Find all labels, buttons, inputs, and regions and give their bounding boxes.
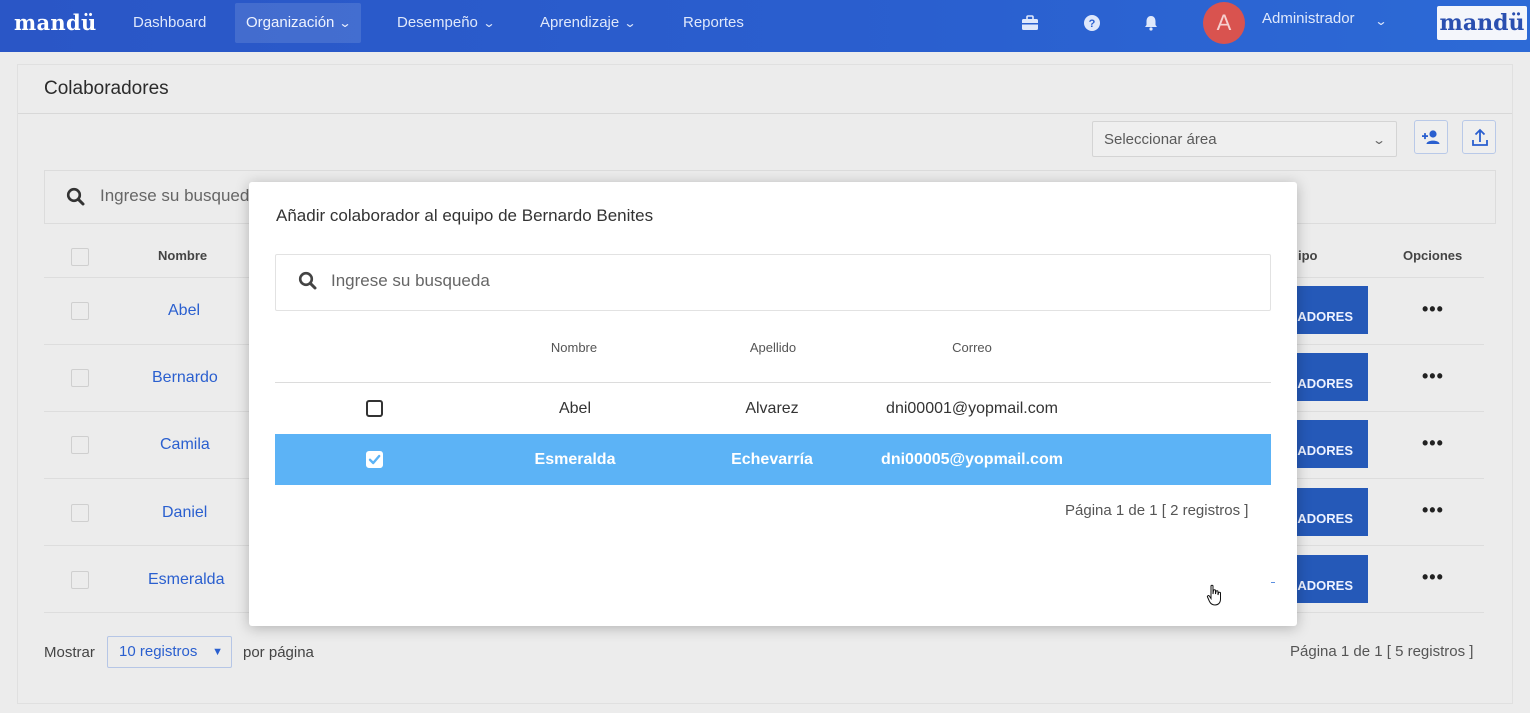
help-icon[interactable]: ? — [1081, 12, 1103, 34]
badge-label: RADORES — [1288, 578, 1354, 593]
modal-cell-last-name: Echevarría — [731, 451, 813, 468]
badge-count: 1 — [1288, 358, 1368, 375]
row-checkbox[interactable] — [71, 504, 89, 522]
row-checkbox[interactable] — [71, 436, 89, 454]
modal-table-row[interactable]: Abel Alvarez dni00001@yopmail.com — [275, 383, 1271, 434]
column-header-options: Opciones — [1403, 248, 1463, 263]
user-name[interactable]: Administrador — [1262, 10, 1355, 27]
modal-cell-email: dni00005@yopmail.com — [881, 451, 1063, 468]
nav-reportes-label: Reportes — [683, 14, 744, 31]
nav-organizacion[interactable]: Organización ⌄ — [235, 3, 362, 43]
row-checkbox[interactable] — [71, 571, 89, 589]
briefcase-icon[interactable] — [1019, 12, 1041, 34]
collaborator-name-link[interactable]: Bernardo — [152, 369, 218, 387]
avatar[interactable]: A — [1203, 2, 1245, 44]
options-menu-button[interactable]: ••• — [1422, 567, 1444, 588]
upload-icon — [1472, 128, 1488, 146]
search-input[interactable]: Ingrese su busqueda — [100, 186, 259, 206]
checkmark-icon — [368, 454, 381, 465]
page-title: Colaboradores — [44, 78, 169, 99]
modal-cell-last-name: Alvarez — [745, 400, 799, 417]
nav-dashboard[interactable]: Dashboard — [122, 3, 217, 43]
add-collaborator-modal: Añadir colaborador al equipo de Bernardo… — [249, 182, 1297, 626]
badge-label: RADORES — [1288, 443, 1354, 458]
badge-count: 0 — [1288, 493, 1368, 510]
collaborator-name-link[interactable]: Camila — [160, 436, 210, 454]
modal-cell-name: Abel — [558, 400, 592, 417]
hand-cursor-icon — [1206, 584, 1221, 606]
top-navbar: mandü Dashboard Organización ⌄ Desempeño ⌄… — [0, 0, 1530, 52]
badge-count: 0 — [1288, 560, 1368, 577]
add-user-button[interactable] — [1414, 120, 1448, 154]
modal-column-header-last-name: Apellido — [749, 340, 797, 355]
area-select[interactable]: Seleccionar área ⌄ — [1092, 121, 1397, 157]
upload-button[interactable] — [1462, 120, 1496, 154]
company-logo: mandü — [1437, 6, 1527, 40]
options-menu-button[interactable]: ••• — [1422, 299, 1444, 320]
options-menu-button[interactable]: ••• — [1422, 433, 1444, 454]
modal-cell-email: dni00001@yopmail.com — [886, 400, 1058, 417]
nav-desempeno[interactable]: Desempeño ⌄ — [386, 3, 505, 43]
badge-label: RADORES — [1288, 376, 1354, 391]
nav-dashboard-label: Dashboard — [133, 14, 207, 31]
modal-search-bar[interactable] — [275, 254, 1271, 311]
row-checkbox[interactable] — [366, 400, 383, 417]
add-user-icon — [1422, 130, 1440, 144]
row-checkbox[interactable] — [71, 302, 89, 320]
row-checkbox-checked[interactable] — [366, 451, 383, 468]
nav-organizacion-label: Organización — [246, 14, 335, 31]
nav-desempeno-label: Desempeño — [397, 14, 478, 31]
modal-column-header-name: Nombre — [550, 340, 598, 355]
per-page-label: por página — [243, 644, 314, 661]
nav-reportes[interactable]: Reportes — [672, 3, 755, 43]
chevron-down-icon[interactable]: ⌄ — [1374, 14, 1387, 28]
modal-search-input[interactable] — [331, 271, 931, 291]
collaborator-name-link[interactable]: Esmeralda — [148, 571, 224, 589]
column-header-name: Nombre — [158, 248, 208, 263]
area-select-value: Seleccionar área — [1104, 131, 1217, 148]
modal-pagination-info: Página 1 de 1 [ 2 registros ] — [1065, 502, 1249, 519]
select-all-checkbox[interactable] — [71, 248, 89, 266]
nav-aprendizaje-label: Aprendizaje — [540, 14, 620, 31]
chevron-down-icon: ⌄ — [1371, 133, 1387, 147]
chevron-down-icon: ▼ — [212, 646, 223, 658]
loading-indicator — [1271, 582, 1275, 583]
badge-label: RADORES — [1288, 511, 1354, 526]
modal-cell-name: Esmeralda — [534, 451, 616, 468]
options-menu-button[interactable]: ••• — [1422, 500, 1444, 521]
badge-label: RADORES — [1288, 309, 1354, 324]
collaborator-name-link[interactable]: Daniel — [162, 504, 207, 522]
search-icon — [66, 187, 85, 206]
modal-column-header-email: Correo — [952, 340, 992, 355]
brand-logo[interactable]: mandü — [14, 10, 97, 35]
chevron-down-icon: ⌄ — [623, 16, 637, 30]
chevron-down-icon: ⌄ — [482, 16, 496, 30]
pagination-info: Página 1 de 1 [ 5 registros ] — [1290, 643, 1474, 660]
show-label: Mostrar — [44, 644, 95, 661]
collaborator-name-link[interactable]: Abel — [168, 302, 200, 320]
nav-aprendizaje[interactable]: Aprendizaje ⌄ — [529, 3, 646, 43]
records-per-page-select[interactable]: 10 registros ▼ — [107, 636, 232, 668]
records-per-page-value: 10 registros — [119, 643, 198, 660]
divider — [18, 113, 1512, 114]
bell-icon[interactable] — [1140, 12, 1162, 34]
badge-count: 0 — [1288, 425, 1368, 442]
chevron-down-icon: ⌄ — [338, 16, 352, 30]
row-checkbox[interactable] — [71, 369, 89, 387]
svg-text:?: ? — [1089, 18, 1096, 30]
modal-title: Añadir colaborador al equipo de Bernardo… — [276, 206, 654, 225]
modal-table-row-selected[interactable]: Esmeralda Echevarría dni00005@yopmail.co… — [275, 434, 1271, 485]
badge-count: 1 — [1288, 291, 1368, 308]
search-icon — [298, 271, 317, 290]
options-menu-button[interactable]: ••• — [1422, 366, 1444, 387]
column-header-team: ipo — [1298, 248, 1318, 263]
